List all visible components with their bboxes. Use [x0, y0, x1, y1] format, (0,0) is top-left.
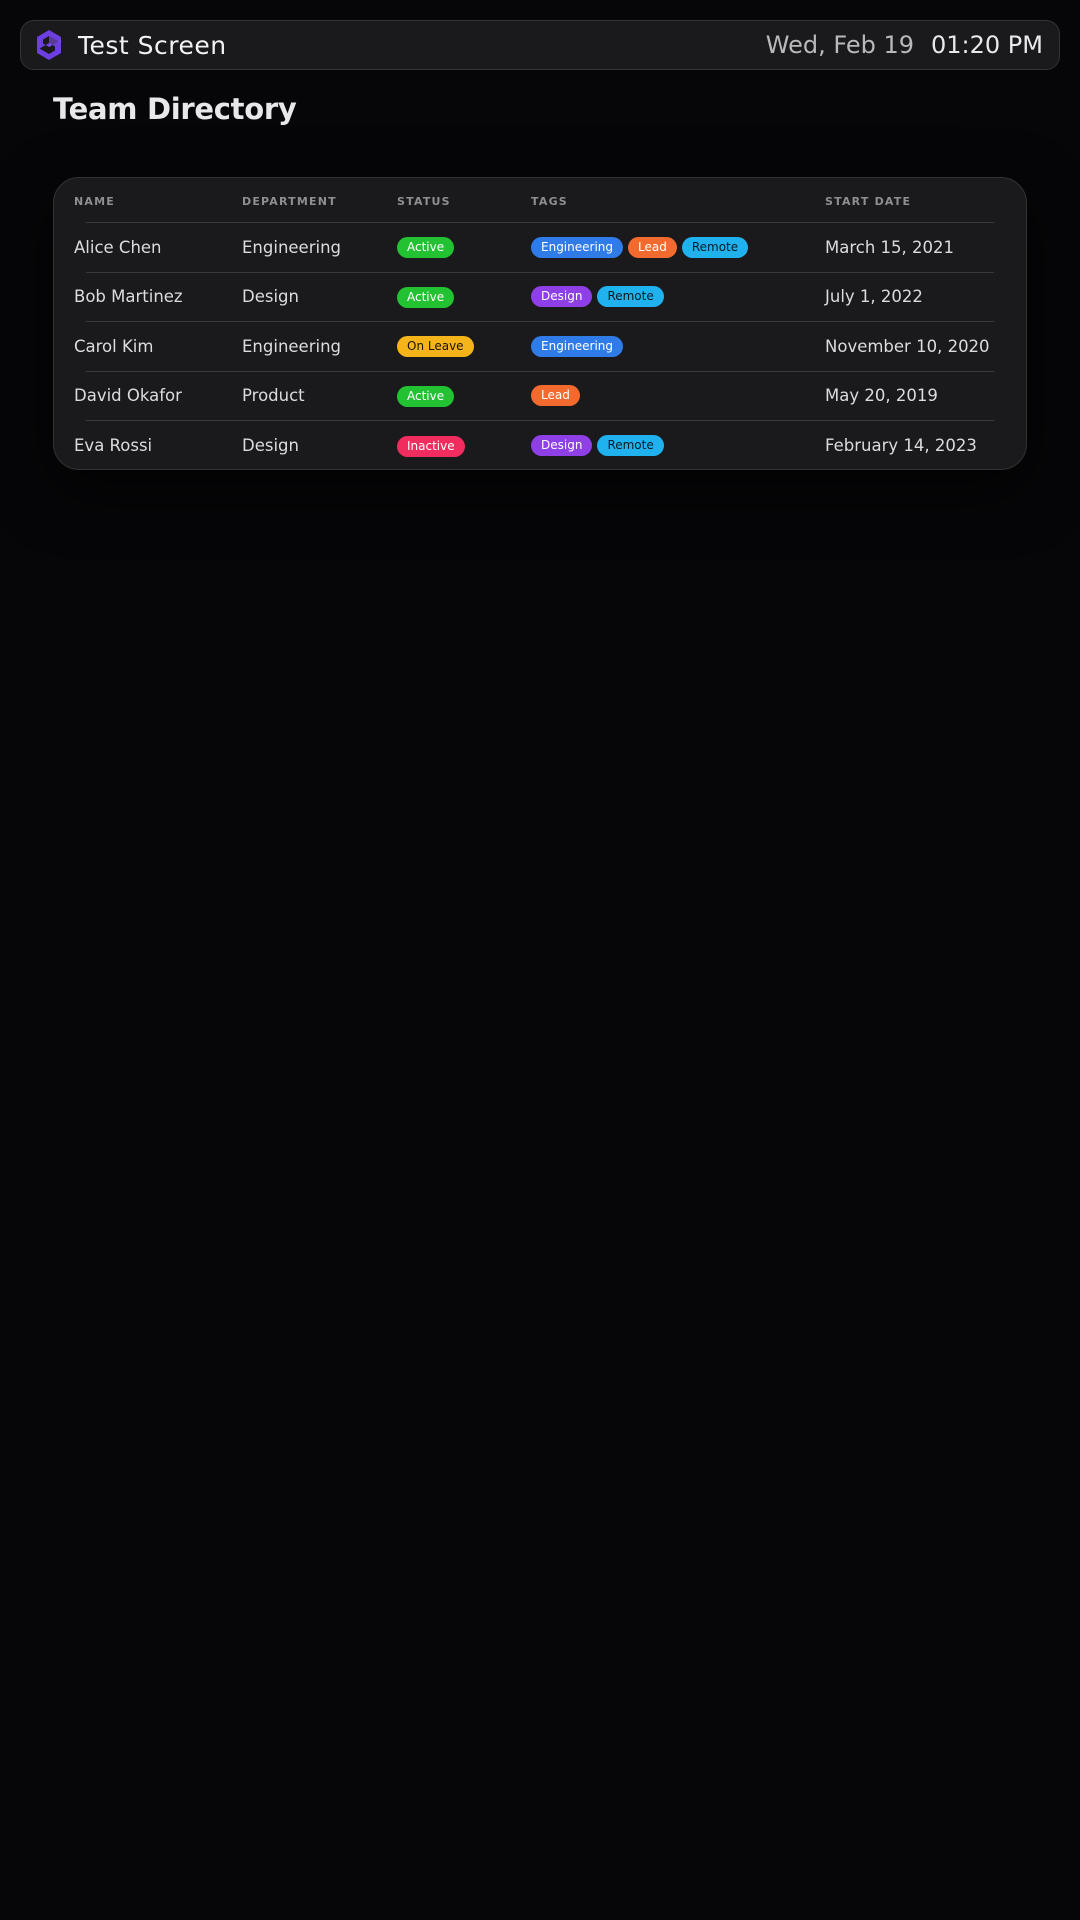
table-row: Eva Rossi Design Inactive Design Remote Febru… [74, 421, 994, 471]
column-header-department: DEPARTMENT [242, 195, 337, 208]
table-body: Alice Chen Engineering Active Engineering Le… [74, 223, 994, 471]
employee-start-date: May 20, 2019 [825, 386, 938, 406]
status-badge: Active [397, 385, 455, 407]
employee-start-date: July 1, 2022 [825, 287, 923, 307]
hexagon-s-logo-icon [35, 28, 63, 62]
employee-department: Design [242, 436, 299, 456]
tag-badge: Engineering [531, 236, 623, 258]
tag-badge: Lead [531, 385, 580, 407]
status-cell: Inactive [397, 435, 531, 457]
top-bar: Test Screen Wed, Feb 19 01:20 PM [20, 20, 1060, 70]
employee-name: Bob Martinez [74, 287, 183, 307]
column-header-start-date: START DATE [825, 195, 912, 208]
status-cell: Active [397, 286, 531, 308]
employee-department: Product [242, 386, 305, 406]
tag-badge: Lead [628, 236, 677, 258]
tags-cell: Design Remote [531, 435, 825, 457]
tags-cell: Engineering Lead Remote [531, 236, 825, 258]
column-header-name: NAME [74, 195, 115, 208]
tags-cell: Design Remote [531, 286, 825, 308]
table-row: Carol Kim Engineering On Leave Engineering N… [74, 322, 994, 372]
employee-department: Engineering [242, 237, 341, 257]
team-directory-table: NAME DEPARTMENT STATUS TAGS START DATE A… [53, 177, 1027, 470]
table-row: David Okafor Product Active Lead May 20, 201… [74, 372, 994, 421]
tags-cell: Lead [531, 385, 825, 407]
tags-cell: Engineering [531, 335, 825, 357]
employee-start-date: November 10, 2020 [825, 336, 990, 356]
column-header-tags: TAGS [531, 195, 568, 208]
tag-badge: Remote [681, 236, 749, 258]
column-header-status: STATUS [397, 195, 451, 208]
status-badge: On Leave [397, 336, 474, 358]
employee-name: Eva Rossi [74, 436, 153, 456]
status-badge: Active [397, 286, 455, 308]
table-row: Bob Martinez Design Active Design Remote July… [74, 273, 994, 322]
employee-department: Engineering [242, 336, 341, 356]
employee-name: David Okafor [74, 386, 182, 406]
tag-badge: Remote [597, 435, 664, 457]
status-badge: Active [397, 237, 455, 259]
status-cell: On Leave [397, 335, 531, 358]
tag-badge: Engineering [531, 335, 623, 357]
tag-badge: Design [531, 286, 593, 308]
employee-start-date: February 14, 2023 [825, 436, 977, 456]
screen: Test Screen Wed, Feb 19 01:20 PM Team Di… [0, 0, 1080, 1920]
table-row: Alice Chen Engineering Active Engineering Le… [74, 223, 994, 273]
status-cell: Active [397, 236, 531, 259]
table-header: NAME DEPARTMENT STATUS TAGS START DATE [74, 178, 994, 223]
employee-department: Design [242, 287, 299, 307]
employee-start-date: March 15, 2021 [825, 237, 955, 257]
employee-name: Alice Chen [74, 237, 162, 257]
status-badge: Inactive [397, 435, 465, 457]
tag-badge: Design [531, 435, 593, 457]
app-title: Test Screen [78, 30, 227, 60]
employee-name: Carol Kim [74, 336, 154, 356]
time-display: 01:20 PM [931, 31, 1043, 59]
date-display: Wed, Feb 19 [765, 31, 915, 59]
page-title: Team Directory [53, 92, 297, 126]
status-cell: Active [397, 385, 531, 407]
tag-badge: Remote [597, 286, 664, 308]
